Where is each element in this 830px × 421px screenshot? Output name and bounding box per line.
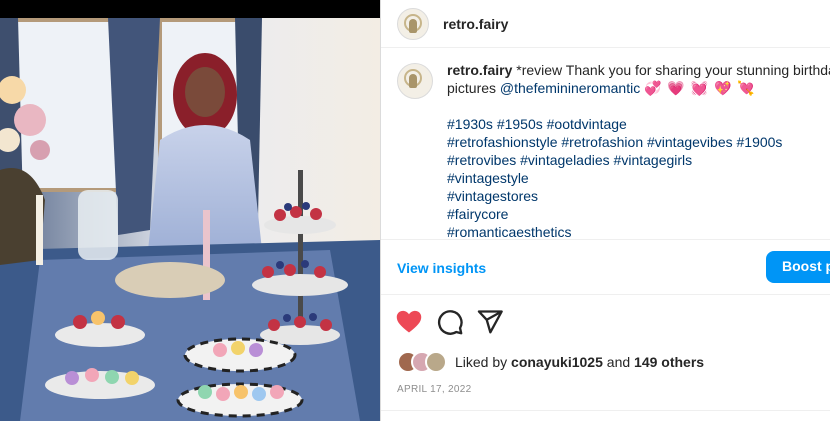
post-username[interactable]: retro.fairy	[443, 16, 508, 32]
comment-icon[interactable]	[436, 308, 464, 336]
mention-link[interactable]: @thefeminineromantic	[500, 80, 640, 96]
hashtag-line[interactable]: #retrofashionstyle #retrofashion #vintag…	[447, 133, 830, 151]
likes-others-count[interactable]: 149 others	[634, 354, 704, 370]
heart-filled-icon[interactable]	[395, 308, 423, 336]
hashtag-line[interactable]: #retrovibes #vintageladies #vintagegirls	[447, 151, 830, 169]
likes-text[interactable]: Liked by conayuki1025 and 149 others	[455, 354, 704, 370]
post-actions	[381, 300, 830, 340]
hashtag-line[interactable]: #1930s #1950s #ootdvintage	[447, 115, 830, 133]
avatar-figure	[409, 74, 417, 88]
insights-bar: View insights Boost post	[381, 239, 830, 295]
hashtag-line[interactable]: #vintagestyle	[447, 169, 830, 187]
growing-heart-emoji: 💗	[667, 80, 686, 96]
post-photo	[0, 0, 380, 421]
post-caption: retro.fairy *review Thank you for sharin…	[381, 49, 830, 239]
caption-text: *review Thank you for sharing your stunn…	[516, 62, 830, 78]
hashtag-line[interactable]: #romanticaesthetics	[447, 223, 830, 239]
heart-emoji-group: 💞 💗 💓 💖 💘	[644, 80, 756, 96]
liker-avatars	[397, 351, 453, 373]
liker-username[interactable]: conayuki1025	[511, 354, 603, 370]
post-date: April 17, 2022	[397, 384, 472, 395]
caption-line-2: pictures @thefeminineromantic 💞 💗 💓 💖 💘	[447, 79, 830, 97]
avatar[interactable]	[397, 7, 429, 40]
post-details-panel: retro.fairy retro.fairy *review Thank yo…	[380, 0, 830, 421]
caption-body: retro.fairy *review Thank you for sharin…	[447, 61, 830, 239]
divider	[381, 410, 830, 411]
sparkling-heart-emoji: 💖	[714, 80, 733, 96]
beating-heart-emoji: 💓	[690, 80, 710, 96]
boost-post-button[interactable]: Boost post	[766, 251, 830, 283]
hashtag-list: #1930s #1950s #ootdvintage #retrofashion…	[447, 115, 830, 239]
caption-line-1: retro.fairy *review Thank you for sharin…	[447, 61, 830, 79]
revolving-hearts-emoji: 💞	[644, 80, 663, 96]
likes-middle: and	[602, 354, 635, 370]
hashtag-line[interactable]: #fairycore	[447, 205, 830, 223]
heart-arrow-emoji: 💘	[737, 80, 756, 96]
post-header: retro.fairy	[381, 0, 830, 48]
likes-summary: Liked by conayuki1025 and 149 others	[397, 350, 704, 374]
caption-username[interactable]: retro.fairy	[447, 62, 512, 78]
likes-prefix: Liked by	[455, 354, 512, 370]
share-icon[interactable]	[476, 308, 504, 336]
caption-avatar[interactable]	[397, 63, 433, 99]
avatar-figure	[409, 18, 417, 33]
post-photo-illustration	[0, 0, 380, 421]
view-insights-link[interactable]: View insights	[397, 260, 486, 276]
avatar[interactable]	[425, 351, 447, 373]
caption-text-prefix: pictures	[447, 80, 500, 96]
hashtag-line[interactable]: #vintagestores	[447, 187, 830, 205]
